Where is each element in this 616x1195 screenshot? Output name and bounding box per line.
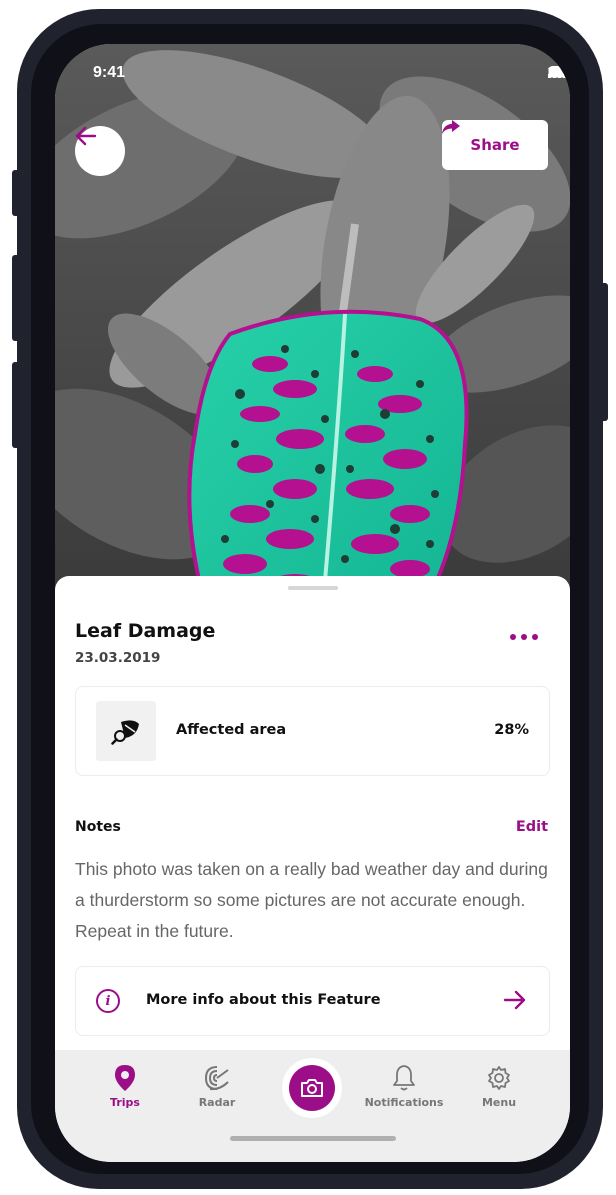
- camera-button[interactable]: [282, 1058, 342, 1118]
- tab-bar: Trips Radar Notifications Menu: [55, 1050, 570, 1162]
- notes-edit-button[interactable]: Edit: [516, 819, 548, 835]
- back-button[interactable]: [75, 126, 125, 176]
- tab-radar-label: Radar: [198, 1096, 236, 1109]
- more-options-icon[interactable]: [510, 634, 538, 640]
- status-time: 9:41: [93, 64, 126, 81]
- tab-menu-label: Menu: [481, 1096, 517, 1109]
- share-button[interactable]: Share: [442, 120, 548, 170]
- leaf-photo: 9:41 Share: [55, 44, 570, 604]
- tab-menu[interactable]: Menu: [454, 1064, 544, 1109]
- notes-heading: Notes: [75, 819, 121, 835]
- camera-icon: [289, 1065, 335, 1111]
- dot: [532, 634, 538, 640]
- more-info-label: More info about this Feature: [146, 992, 381, 1008]
- notes-text: This photo was taken on a really bad wea…: [75, 859, 548, 941]
- share-label: Share: [470, 136, 520, 154]
- detail-sheet: Leaf Damage 23.03.2019 Affected area 28%…: [55, 576, 570, 1056]
- battery-icon: [548, 66, 570, 78]
- affected-area-label: Affected area: [176, 722, 287, 738]
- tab-trips-label: Trips: [110, 1096, 140, 1109]
- phone-screen: 9:41 Share Leaf Damage 23.03.2019 Affect…: [55, 44, 570, 1162]
- location-pin-icon: [115, 1065, 135, 1091]
- share-arrow-icon: [442, 120, 460, 134]
- home-indicator: [230, 1136, 396, 1141]
- leaf-magnifier-icon: [96, 701, 156, 761]
- tab-radar[interactable]: Radar: [172, 1064, 262, 1109]
- affected-area-value: 28%: [494, 722, 529, 738]
- tab-notifications-label: Notifications: [364, 1096, 444, 1109]
- tab-trips[interactable]: Trips: [80, 1064, 170, 1109]
- feature-title: Leaf Damage: [75, 620, 216, 642]
- radar-icon: [204, 1066, 229, 1091]
- bell-icon: [393, 1065, 415, 1091]
- gear-icon: [488, 1066, 510, 1090]
- affected-area-card: Affected area 28%: [75, 686, 550, 776]
- arrow-right-icon: [503, 990, 526, 1010]
- feature-date: 23.03.2019: [75, 650, 161, 666]
- tab-notifications[interactable]: Notifications: [359, 1064, 449, 1109]
- arrow-left-icon: [75, 126, 97, 146]
- dot: [521, 634, 527, 640]
- info-icon: i: [96, 989, 120, 1013]
- more-info-card[interactable]: i More info about this Feature: [75, 966, 550, 1036]
- sheet-handle[interactable]: [288, 586, 338, 590]
- dot: [510, 634, 516, 640]
